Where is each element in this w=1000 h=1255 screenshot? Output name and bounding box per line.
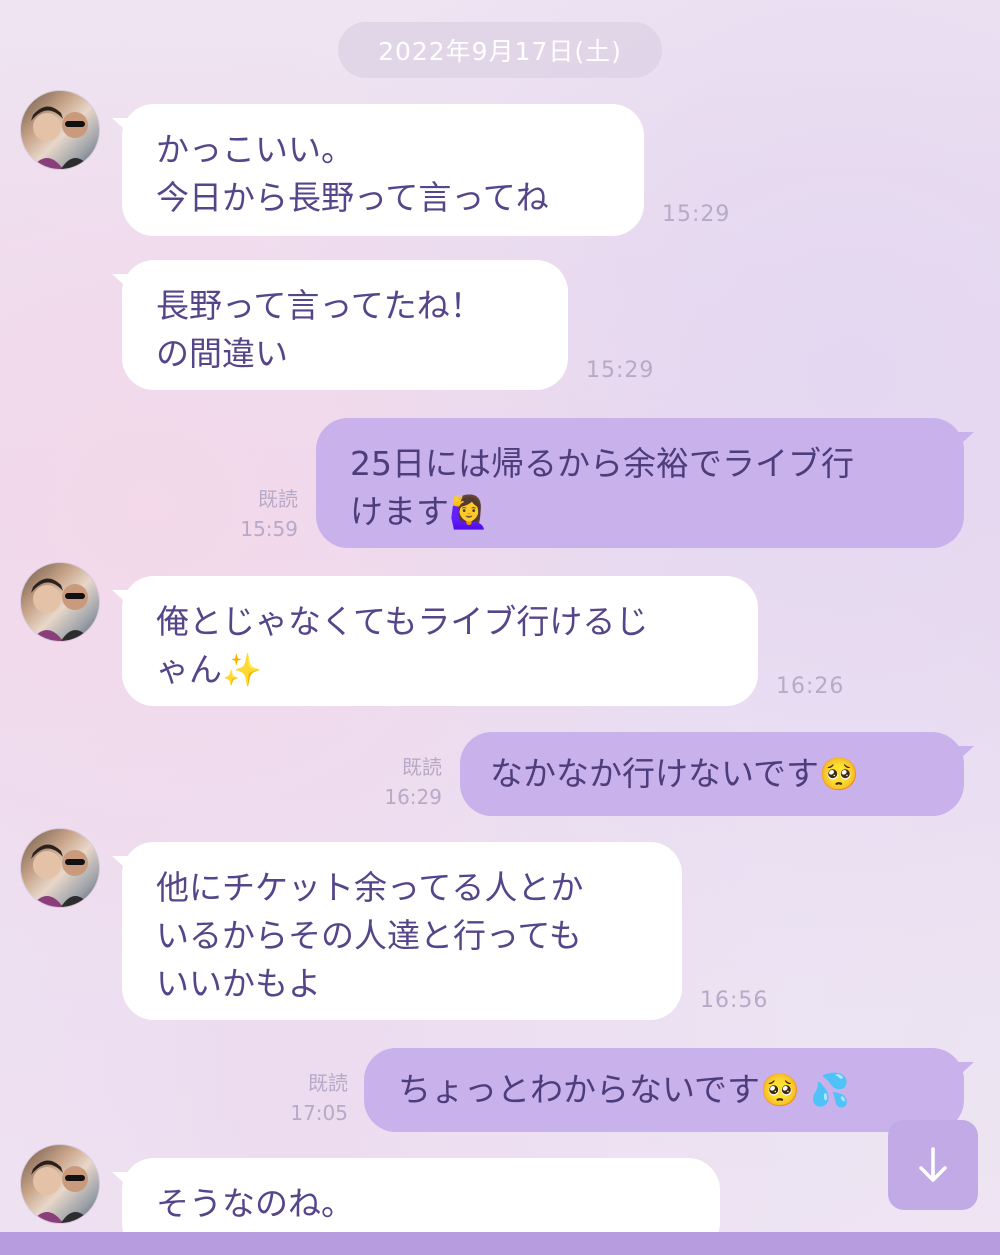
avatar[interactable] — [20, 562, 100, 642]
sparkles-emoji-icon: ✨ — [222, 651, 262, 689]
message-time: 15:29 — [586, 358, 655, 383]
message-bubble-incoming[interactable]: 俺とじゃなくてもライブ行けるじ ゃん✨ — [122, 576, 758, 706]
pleading-face-sweat-emoji-icon: 🥺 💦 — [760, 1071, 850, 1109]
message-text: 俺とじゃなくてもライブ行けるじ — [156, 602, 649, 641]
read-receipt: 既読 15:59 — [212, 484, 298, 544]
message-bubble-incoming[interactable]: かっこいい。 今日から長野って言ってね — [122, 104, 644, 236]
message-text: なかなか行けないです — [490, 754, 820, 793]
read-receipt: 既読 16:29 — [356, 752, 442, 812]
message-time: 16:26 — [776, 674, 845, 699]
avatar[interactable] — [20, 90, 100, 170]
message-bubble-incoming[interactable]: 他にチケット余ってる人とか いるからその人達と行っても いいかもよ — [122, 842, 682, 1020]
message-text: 長野って言ってたね！ — [156, 286, 483, 325]
message-text: ちょっとわからないです — [398, 1070, 761, 1109]
date-label: 2022年9月17日(土) — [378, 37, 622, 66]
raising-hand-emoji-icon: 🙋‍♀️ — [449, 493, 489, 531]
message-text: 25日には帰るから余裕でライブ行 — [350, 444, 854, 483]
message-time: 16:56 — [700, 988, 769, 1013]
avatar-photo-icon — [31, 106, 91, 169]
message-text: ゃん — [156, 650, 222, 689]
arrow-down-icon — [919, 1147, 947, 1182]
read-label: 既読 — [258, 487, 298, 511]
message-text: かっこいい。 — [156, 130, 354, 169]
message-text: 今日から長野って言ってね — [156, 178, 549, 217]
avatar-photo-icon — [31, 578, 91, 641]
message-time: 15:29 — [662, 202, 731, 227]
read-label: 既読 — [402, 755, 442, 779]
message-text: けます — [350, 492, 449, 531]
avatar[interactable] — [20, 828, 100, 908]
message-text: の間違い — [156, 334, 288, 373]
message-bubble-outgoing[interactable]: 25日には帰るから余裕でライブ行 けます🙋‍♀️ — [316, 418, 964, 548]
avatar-photo-icon — [31, 844, 91, 907]
message-bubble-outgoing[interactable]: ちょっとわからないです🥺 💦 — [364, 1048, 964, 1132]
message-time: 17:05 — [290, 1101, 348, 1125]
read-label: 既読 — [308, 1071, 348, 1095]
avatar[interactable] — [20, 1144, 100, 1224]
message-bubble-incoming[interactable]: 長野って言ってたね！ の間違い — [122, 260, 568, 390]
scroll-to-bottom-button[interactable] — [888, 1120, 978, 1210]
message-text: そうなのね。 — [156, 1184, 354, 1223]
message-bubble-outgoing[interactable]: なかなか行けないです🥺 — [460, 732, 964, 816]
message-text: いるからその人達と行っても — [156, 916, 582, 955]
message-text: 他にチケット余ってる人とか — [156, 868, 584, 907]
read-receipt: 既読 17:05 — [262, 1068, 348, 1128]
message-time: 15:59 — [240, 517, 298, 541]
avatar-photo-icon — [31, 1160, 91, 1223]
date-separator: 2022年9月17日(土) — [338, 22, 662, 78]
message-time: 16:29 — [384, 785, 442, 809]
pleading-face-emoji-icon: 🥺 — [819, 755, 859, 793]
input-bar[interactable] — [0, 1232, 1000, 1255]
message-text: いいかもよ — [156, 964, 321, 1003]
